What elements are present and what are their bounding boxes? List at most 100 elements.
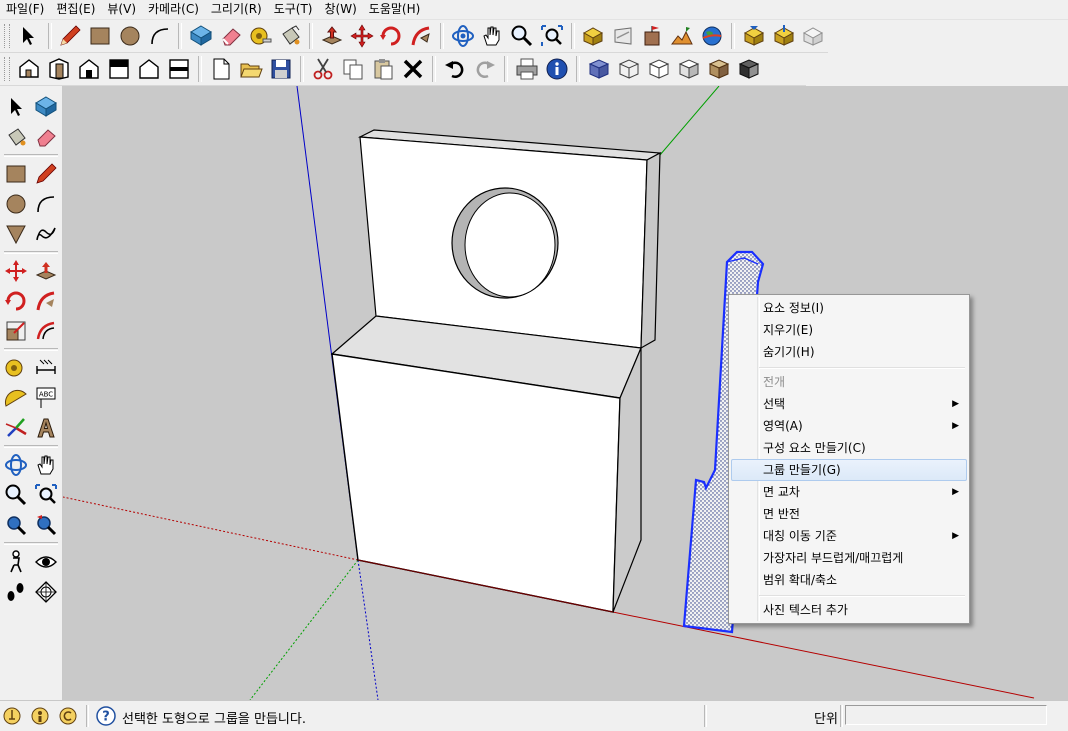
section-plane-icon[interactable] xyxy=(31,577,61,607)
protractor-icon[interactable] xyxy=(1,383,31,413)
hidden-line-icon[interactable] xyxy=(644,54,674,84)
ctx-reverse-faces[interactable]: 면 반전 xyxy=(731,503,967,525)
position-camera-icon[interactable] xyxy=(1,547,31,577)
zoom-extents-icon[interactable] xyxy=(1,510,31,540)
right-view-icon[interactable] xyxy=(104,54,134,84)
redo-icon[interactable] xyxy=(470,54,500,84)
open-file-icon[interactable] xyxy=(236,54,266,84)
tape-measure-icon[interactable] xyxy=(246,21,276,51)
copy-icon[interactable] xyxy=(338,54,368,84)
rotate-icon[interactable] xyxy=(376,21,406,51)
circular-hole[interactable] xyxy=(451,187,559,299)
save-icon[interactable] xyxy=(266,54,296,84)
monochrome-icon[interactable] xyxy=(734,54,764,84)
axes-icon[interactable] xyxy=(1,413,31,443)
arc-icon[interactable] xyxy=(145,21,175,51)
arc-icon[interactable] xyxy=(31,189,61,219)
eraser-icon[interactable] xyxy=(216,21,246,51)
rectangle-icon[interactable] xyxy=(85,21,115,51)
menu-edit[interactable]: 편집(E) xyxy=(50,0,101,19)
paint-bucket-icon[interactable] xyxy=(1,122,31,152)
ctx-hide[interactable]: 숨기기(H) xyxy=(731,341,967,363)
top-view-icon[interactable] xyxy=(44,54,74,84)
help-icon[interactable]: ? xyxy=(96,706,116,726)
select-arrow-icon[interactable] xyxy=(1,92,31,122)
toolbar-grip[interactable] xyxy=(4,24,10,48)
rectangle-icon[interactable] xyxy=(1,159,31,189)
model-info-icon[interactable] xyxy=(542,54,572,84)
toggle-terrain-icon[interactable] xyxy=(668,21,698,51)
zoom-window-icon[interactable] xyxy=(31,480,61,510)
orbit-icon[interactable] xyxy=(1,450,31,480)
ctx-erase[interactable]: 지우기(E) xyxy=(731,319,967,341)
zoom-icon[interactable] xyxy=(1,480,31,510)
tape-measure-icon[interactable] xyxy=(1,353,31,383)
walk-icon[interactable] xyxy=(1,577,31,607)
pencil-line-icon[interactable] xyxy=(56,21,86,51)
share-model-2-icon[interactable] xyxy=(798,21,828,51)
follow-me-icon[interactable] xyxy=(406,21,436,51)
get-models-icon[interactable] xyxy=(579,21,609,51)
ctx-soften-edges[interactable]: 가장자리 부드럽게/매끄럽게 xyxy=(731,547,967,569)
ctx-area[interactable]: 영역(A) ▶ xyxy=(731,415,967,437)
left-view-icon[interactable] xyxy=(164,54,194,84)
move-icon[interactable] xyxy=(347,21,377,51)
ctx-add-photo-texture[interactable]: 사진 텍스터 추가 xyxy=(731,599,967,621)
circle-icon[interactable] xyxy=(115,21,145,51)
select-arrow-icon[interactable] xyxy=(14,21,44,51)
make-component-icon[interactable] xyxy=(186,21,216,51)
menu-file[interactable]: 파일(F) xyxy=(0,0,50,19)
cut-icon[interactable] xyxy=(308,54,338,84)
shaded-textures-icon[interactable] xyxy=(704,54,734,84)
orbit-icon[interactable] xyxy=(448,21,478,51)
circle-icon[interactable] xyxy=(1,189,31,219)
follow-me-icon[interactable] xyxy=(31,286,61,316)
get-models-3d-icon[interactable] xyxy=(739,21,769,51)
menu-tools[interactable]: 도구(T) xyxy=(268,0,319,19)
ctx-make-group[interactable]: 그룹 만들기(G) xyxy=(731,459,967,481)
pan-hand-icon[interactable] xyxy=(478,21,508,51)
shaded-icon[interactable] xyxy=(674,54,704,84)
ctx-select[interactable]: 선택 ▶ xyxy=(731,393,967,415)
paste-icon[interactable] xyxy=(368,54,398,84)
rotate-icon[interactable] xyxy=(1,286,31,316)
google-earth-icon[interactable] xyxy=(697,21,727,51)
wireframe-icon[interactable] xyxy=(614,54,644,84)
push-pull-icon[interactable] xyxy=(317,21,347,51)
freehand-icon[interactable] xyxy=(31,219,61,249)
ctx-make-component[interactable]: 구성 요소 만들기(C) xyxy=(731,437,967,459)
scale-icon[interactable] xyxy=(1,316,31,346)
undo-icon[interactable] xyxy=(440,54,470,84)
delete-icon[interactable] xyxy=(398,54,428,84)
menu-help[interactable]: 도움말(H) xyxy=(363,0,427,19)
back-view-icon[interactable] xyxy=(134,54,164,84)
ctx-entity-info[interactable]: 요소 정보(I) xyxy=(731,297,967,319)
copyright-icon[interactable] xyxy=(59,707,77,725)
pencil-line-icon[interactable] xyxy=(31,159,61,189)
ctx-flip-along[interactable]: 대칭 이동 기준 ▶ xyxy=(731,525,967,547)
pan-hand-icon[interactable] xyxy=(31,450,61,480)
push-pull-icon[interactable] xyxy=(31,256,61,286)
menu-draw[interactable]: 그리기(R) xyxy=(205,0,268,19)
zoom-icon[interactable] xyxy=(507,21,537,51)
toolbar-grip[interactable] xyxy=(4,57,10,81)
add-location-icon[interactable] xyxy=(638,21,668,51)
georeference-icon[interactable] xyxy=(3,707,21,725)
dimension-icon[interactable] xyxy=(31,353,61,383)
measurements-input[interactable] xyxy=(845,705,1047,725)
new-file-icon[interactable] xyxy=(206,54,236,84)
xray-icon[interactable] xyxy=(584,54,614,84)
front-view-icon[interactable] xyxy=(74,54,104,84)
menu-view[interactable]: 뷰(V) xyxy=(101,0,142,19)
credits-icon[interactable] xyxy=(31,707,49,725)
base-block[interactable] xyxy=(330,315,642,613)
make-component-icon[interactable] xyxy=(31,92,61,122)
move-icon[interactable] xyxy=(1,256,31,286)
offset-icon[interactable] xyxy=(31,316,61,346)
ctx-intersect-faces[interactable]: 면 교차 ▶ xyxy=(731,481,967,503)
zoom-extents-icon[interactable] xyxy=(537,21,567,51)
previous-view-icon[interactable] xyxy=(31,510,61,540)
share-model-icon[interactable] xyxy=(608,21,638,51)
share-component-icon[interactable] xyxy=(769,21,799,51)
eraser-icon[interactable] xyxy=(31,122,61,152)
